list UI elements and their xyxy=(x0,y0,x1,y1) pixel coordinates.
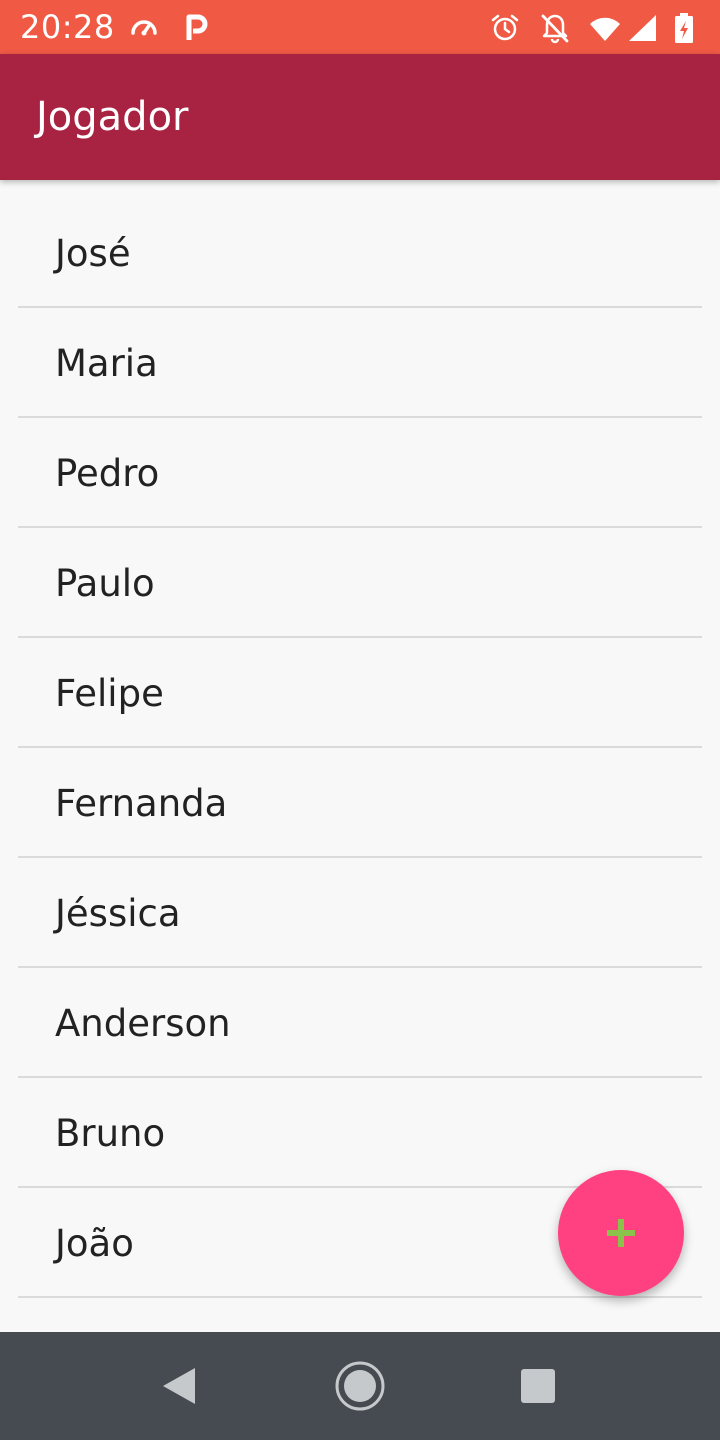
cell-signal-icon xyxy=(626,12,658,44)
page-title: Jogador xyxy=(36,94,189,140)
player-name: Maria xyxy=(55,342,158,385)
parking-app-icon xyxy=(180,12,212,44)
player-name: Jéssica xyxy=(55,892,181,935)
home-icon[interactable] xyxy=(328,1354,392,1418)
notifications-off-icon xyxy=(539,12,571,44)
list-item[interactable]: Anderson xyxy=(0,968,720,1078)
wifi-icon xyxy=(589,12,621,44)
plus-icon xyxy=(601,1213,641,1253)
list-item[interactable]: Maria xyxy=(0,308,720,418)
player-name: Pedro xyxy=(55,452,160,495)
player-name: João xyxy=(55,1222,134,1265)
divider xyxy=(18,1296,702,1298)
player-name: Anderson xyxy=(55,1002,231,1045)
player-name: Fernanda xyxy=(55,782,228,825)
app-bar: Jogador xyxy=(0,54,720,180)
player-list: José Maria Pedro Paulo Felipe Fernanda J… xyxy=(0,198,720,1298)
list-item[interactable]: Felipe xyxy=(0,638,720,748)
status-bar: 20:28 xyxy=(0,0,720,54)
status-time: 20:28 xyxy=(20,8,115,46)
battery-charging-icon xyxy=(668,12,700,44)
list-item[interactable]: Pedro xyxy=(0,418,720,528)
alarm-icon xyxy=(489,12,521,44)
player-name: Paulo xyxy=(55,562,155,605)
list-item[interactable]: Fernanda xyxy=(0,748,720,858)
player-name: Felipe xyxy=(55,672,164,715)
add-player-button[interactable] xyxy=(558,1170,684,1296)
list-item[interactable]: Jéssica xyxy=(0,858,720,968)
list-item[interactable]: José xyxy=(0,198,720,308)
navigation-bar xyxy=(0,1332,720,1440)
back-icon[interactable] xyxy=(147,1354,211,1418)
speedometer-icon xyxy=(128,12,160,44)
player-name: José xyxy=(55,232,131,275)
recents-icon[interactable] xyxy=(506,1354,570,1418)
player-name: Bruno xyxy=(55,1112,166,1155)
list-item[interactable]: Paulo xyxy=(0,528,720,638)
